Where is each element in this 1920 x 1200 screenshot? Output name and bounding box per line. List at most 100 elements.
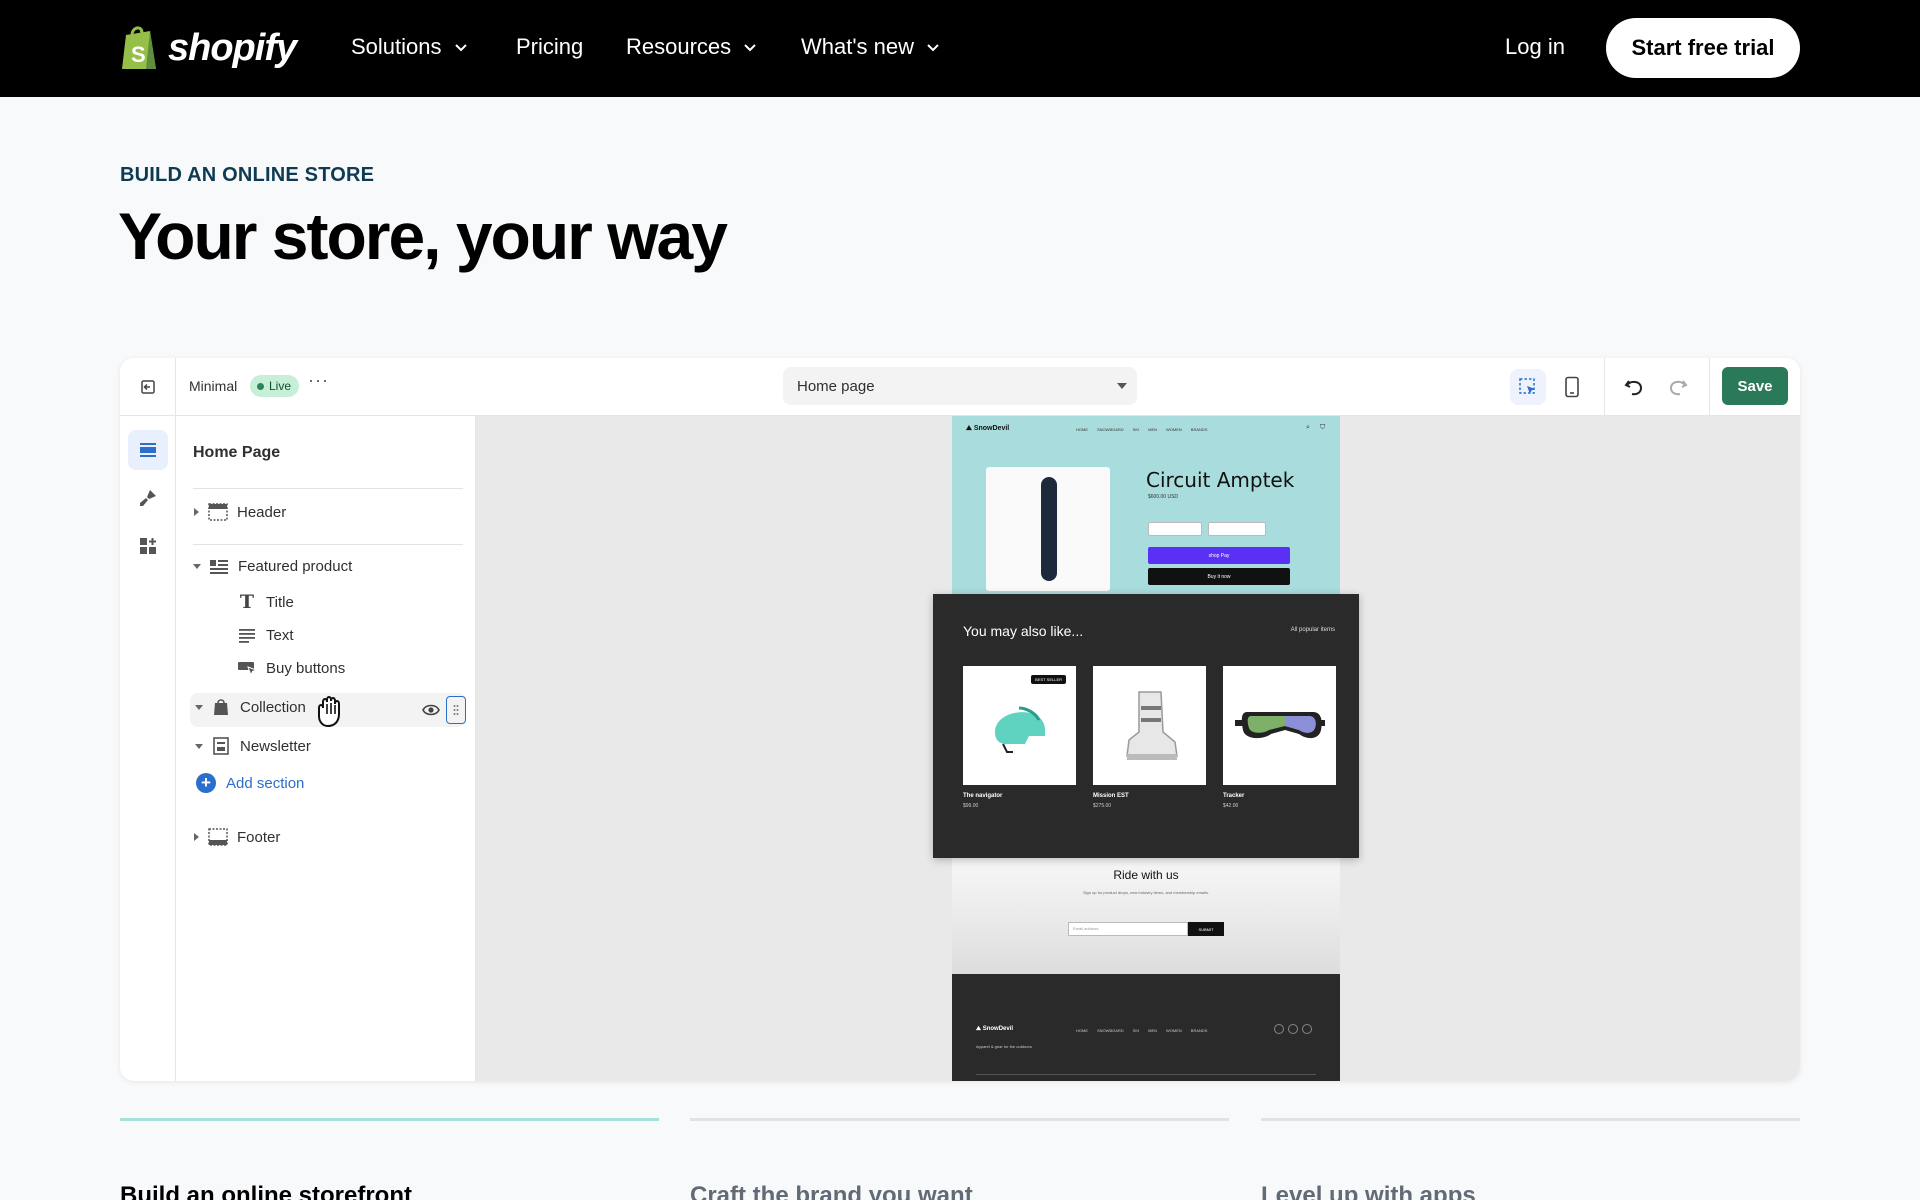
- nav-solutions-label: Solutions: [351, 34, 442, 59]
- nav-pricing[interactable]: Pricing: [516, 34, 583, 60]
- drag-handle[interactable]: [446, 696, 466, 724]
- facebook-icon: [1302, 1024, 1312, 1034]
- store-nav-link: MEN: [1148, 427, 1158, 432]
- header-section-icon: [207, 502, 229, 522]
- redo-button[interactable]: [1660, 369, 1696, 405]
- newsletter-title: Ride with us: [1113, 868, 1179, 882]
- section-collection[interactable]: Collection: [195, 697, 306, 717]
- shopping-bag-icon: S: [122, 26, 156, 69]
- sections-sidebar: Home Page Header Featured product T Titl…: [176, 416, 476, 1081]
- collapse-arrow-icon: [195, 704, 203, 710]
- helmet-image: [995, 706, 1045, 753]
- inspector-toggle-button[interactable]: [1510, 369, 1546, 405]
- footer-preview[interactable]: ⛰ SnowDevil Apparel & gear for the outdo…: [952, 974, 1340, 1081]
- expand-arrow-icon: [194, 833, 199, 841]
- collapse-arrow-icon: [195, 743, 203, 749]
- sidebar-divider: [193, 544, 463, 545]
- footer-link: SKI: [1132, 1028, 1140, 1033]
- save-button[interactable]: Save: [1722, 367, 1788, 405]
- editor-toolbar: Minimal Live ··· Home page Save: [120, 358, 1800, 416]
- section-footer[interactable]: Footer: [194, 827, 280, 847]
- product-card-name: Tracker: [1223, 793, 1245, 799]
- editor-rail: [120, 416, 176, 1081]
- footer-links: HOME SNOWBOARD SKI MEN WOMEN BRANDS: [1076, 1028, 1207, 1033]
- select-cursor-icon: [1519, 378, 1535, 394]
- product-title: Circuit Amptek: [1146, 468, 1295, 492]
- block-text-label: Text: [266, 626, 294, 644]
- text-title-icon: T: [239, 591, 255, 613]
- product-card-price: $99.00: [963, 803, 979, 809]
- mobile-preview-button[interactable]: [1554, 369, 1590, 405]
- eye-icon[interactable]: [422, 703, 440, 717]
- featured-product-preview[interactable]: ⛰ SnowDevil HOME SNOWBOARD SKI MEN WOMEN…: [952, 416, 1340, 594]
- best-seller-badge: BEST SELLER: [1031, 675, 1066, 684]
- login-link[interactable]: Log in: [1505, 34, 1565, 60]
- page-selector-value: Home page: [797, 377, 875, 395]
- add-section-label: Add section: [226, 774, 305, 792]
- exit-icon: [140, 380, 155, 394]
- tab-craft-brand[interactable]: Craft the brand you want: [690, 1182, 973, 1200]
- nav-whats-new[interactable]: What's new: [801, 34, 942, 60]
- theme-name: Minimal: [189, 378, 238, 394]
- toolbar-divider: [1709, 358, 1710, 416]
- variant-select: [1148, 522, 1202, 536]
- undo-icon: [1624, 380, 1643, 396]
- collection-title: You may also like...: [963, 623, 1084, 639]
- section-featured-product-label: Featured product: [238, 557, 353, 575]
- grab-hand-cursor-icon: [318, 696, 340, 728]
- product-card: [1093, 666, 1206, 785]
- chevron-down-icon: [744, 44, 756, 52]
- store-nav-link: HOME: [1076, 427, 1088, 432]
- add-section-button[interactable]: + Add section: [196, 773, 304, 793]
- block-title[interactable]: T Title: [236, 591, 294, 613]
- mobile-icon: [1565, 376, 1579, 398]
- quantity-select: [1208, 522, 1266, 536]
- section-header[interactable]: Header: [194, 502, 286, 522]
- newsletter-subtitle: Sign up for product drops, new industry …: [1082, 890, 1210, 895]
- ski-boot-image: [1126, 691, 1178, 760]
- footer-link: WOMEN: [1166, 1028, 1182, 1033]
- store-cart-icon: ⛉: [1320, 424, 1326, 431]
- block-buy-buttons-label: Buy buttons: [266, 659, 346, 677]
- theme-settings-tab[interactable]: [128, 478, 168, 518]
- snowboard-image: [1041, 477, 1057, 581]
- paragraph-icon: [236, 625, 258, 645]
- chevron-down-icon: [927, 44, 939, 52]
- apps-icon: [140, 538, 156, 554]
- collapse-arrow-icon: [193, 563, 201, 569]
- section-newsletter-label: Newsletter: [240, 737, 311, 755]
- store-nav-link: WOMEN: [1166, 427, 1182, 432]
- plus-circle-icon: +: [196, 773, 216, 793]
- page-selector[interactable]: Home page: [783, 367, 1137, 405]
- toolbar-divider: [1604, 358, 1605, 416]
- product-card-name: The navigator: [963, 793, 1003, 799]
- instagram-icon: [1274, 1024, 1284, 1034]
- more-actions-button[interactable]: ···: [308, 370, 329, 391]
- apps-tab[interactable]: [128, 526, 168, 566]
- nav-solutions[interactable]: Solutions: [351, 34, 470, 60]
- block-buy-buttons[interactable]: Buy buttons: [236, 658, 345, 678]
- sections-icon: [140, 443, 156, 457]
- shop-pay-button: shop Pay: [1148, 547, 1290, 564]
- store-logo: ⛰ SnowDevil: [966, 425, 1010, 432]
- sections-tab[interactable]: [128, 430, 168, 470]
- exit-editor-button[interactable]: [120, 358, 176, 416]
- collection-preview[interactable]: You may also like... All popular items B…: [933, 594, 1359, 858]
- start-free-trial-button[interactable]: Start free trial: [1606, 18, 1800, 78]
- shopify-logo[interactable]: S shopify: [120, 23, 297, 73]
- product-card-price: $275.00: [1093, 803, 1112, 809]
- tab-build-storefront[interactable]: Build an online storefront: [120, 1182, 412, 1200]
- section-footer-label: Footer: [237, 828, 281, 846]
- collection-icon: [210, 697, 232, 717]
- nav-resources[interactable]: Resources: [626, 34, 759, 60]
- section-featured-product[interactable]: Featured product: [193, 556, 352, 576]
- store-name: SnowDevil: [973, 425, 1010, 432]
- product-card: [1223, 666, 1336, 785]
- footer-store-logo: ⛰ SnowDevil: [976, 1026, 1014, 1032]
- block-text[interactable]: Text: [236, 625, 294, 645]
- tab-level-up-apps[interactable]: Level up with apps: [1261, 1182, 1476, 1200]
- nav-pricing-label: Pricing: [516, 34, 584, 59]
- undo-button[interactable]: [1616, 369, 1652, 405]
- newsletter-preview[interactable]: Ride with us Sign up for product drops, …: [952, 858, 1340, 974]
- section-newsletter[interactable]: Newsletter: [195, 736, 311, 756]
